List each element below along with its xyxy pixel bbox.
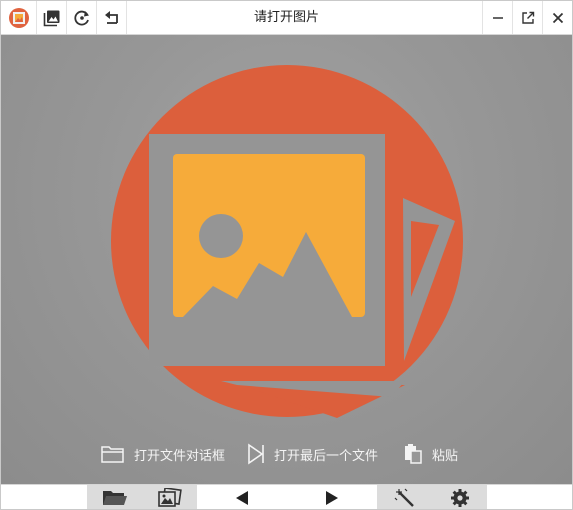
previous-icon	[236, 490, 248, 505]
open-folder-icon	[102, 490, 127, 505]
paste-action[interactable]: 粘贴	[402, 439, 458, 469]
app-window: 请打开图片 打开文件对话框 打开最后一个文件 粘贴	[0, 0, 573, 510]
open-file-dialog-label: 打开文件对话框	[134, 448, 226, 464]
refresh-button[interactable]	[67, 1, 97, 34]
quick-actions: 打开文件对话框 打开最后一个文件 粘贴	[1, 439, 572, 469]
settings-button[interactable]	[432, 485, 487, 509]
refresh-icon	[73, 10, 89, 25]
close-button[interactable]	[542, 1, 572, 34]
app-logo-button[interactable]	[1, 1, 37, 34]
folder-outline-icon	[101, 446, 124, 463]
paste-label: 粘贴	[432, 448, 459, 464]
close-icon	[552, 12, 563, 23]
title-bar: 请打开图片	[1, 1, 572, 35]
app-logo-icon	[8, 7, 29, 28]
undo-icon	[104, 10, 118, 24]
gallery-button[interactable]	[37, 1, 67, 34]
next-icon	[326, 490, 338, 505]
next-button[interactable]	[287, 485, 377, 509]
open-last-file-label: 打开最后一个文件	[274, 448, 379, 464]
paste-icon	[405, 444, 422, 464]
settings-icon	[450, 488, 469, 507]
gallery-view-button[interactable]	[142, 485, 197, 509]
bottom-toolbar	[1, 484, 572, 509]
popout-button[interactable]	[512, 1, 542, 34]
open-folder-button[interactable]	[87, 485, 142, 509]
magic-wand-icon	[394, 488, 414, 507]
minimize-button[interactable]	[482, 1, 512, 34]
window-title: 请打开图片	[253, 10, 319, 25]
magic-wand-button[interactable]	[377, 485, 432, 509]
open-file-dialog-action[interactable]: 打开文件对话框	[100, 439, 225, 469]
gallery-icon	[43, 10, 59, 26]
app-logo-illustration	[111, 65, 463, 418]
minimize-icon	[492, 16, 503, 19]
popout-icon	[521, 11, 534, 24]
play-last-icon	[248, 443, 264, 465]
gallery-icon	[157, 487, 182, 507]
open-last-file-action[interactable]: 打开最后一个文件	[246, 439, 378, 469]
undo-button[interactable]	[97, 1, 127, 34]
image-viewport[interactable]: 打开文件对话框 打开最后一个文件 粘贴	[1, 35, 572, 484]
previous-button[interactable]	[197, 485, 287, 509]
